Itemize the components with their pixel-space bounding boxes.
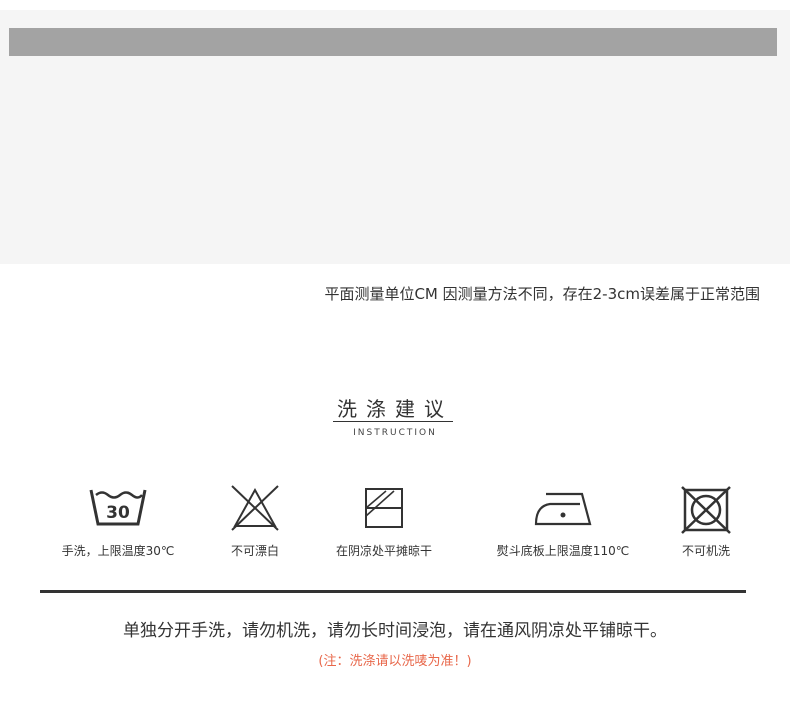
care-label-no-machine-wash: 不可机洗 — [681, 544, 731, 558]
washing-section-title: 洗涤建议 — [337, 397, 453, 421]
care-label-iron: 熨斗底板上限温度110℃ — [496, 544, 630, 558]
section-divider — [40, 590, 746, 593]
washing-section-subtitle: INSTRUCTION — [353, 428, 437, 438]
no-machine-wash-icon — [681, 486, 731, 534]
iron-low-temp-icon — [534, 492, 592, 526]
dry-flat-shade-icon — [365, 488, 403, 528]
care-label-no-bleach: 不可漂白 — [230, 544, 280, 558]
washing-instruction: 单独分开手洗，请勿机洗，请勿长时间浸泡，请在通风阴凉处平铺晾干。 — [123, 621, 667, 641]
washing-note: (注：洗涤请以洗唛为准！) — [318, 654, 472, 669]
title-underline — [333, 421, 453, 422]
size-table-panel — [0, 10, 790, 264]
size-table-header-bar — [9, 28, 777, 56]
care-label-hand-wash: 手洗，上限温度30℃ — [61, 544, 175, 558]
no-bleach-icon — [231, 485, 279, 531]
wash-temperature-text: 30 — [106, 503, 130, 523]
hand-wash-30-icon: 30 — [89, 489, 147, 526]
measurement-note: 平面测量单位CM 因测量方法不同，存在2-3cm误差属于正常范围 — [324, 285, 760, 303]
care-label-dry-flat: 在阴凉处平摊晾干 — [335, 544, 433, 558]
